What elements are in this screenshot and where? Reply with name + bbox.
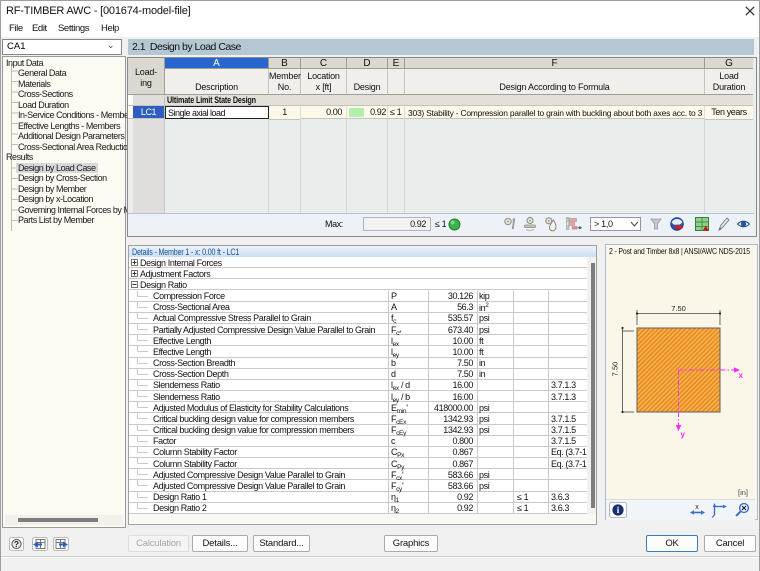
svg-text:7.50: 7.50 — [611, 362, 620, 377]
svg-text:y: y — [681, 430, 686, 439]
svg-text:?: ? — [14, 539, 19, 549]
svg-text:7.50: 7.50 — [671, 304, 686, 313]
svg-text:x: x — [695, 504, 699, 511]
svg-text:> 1,0: > 1,0 — [594, 219, 613, 229]
svg-text:x: x — [739, 371, 744, 380]
svg-text:[in]: [in] — [738, 488, 748, 497]
